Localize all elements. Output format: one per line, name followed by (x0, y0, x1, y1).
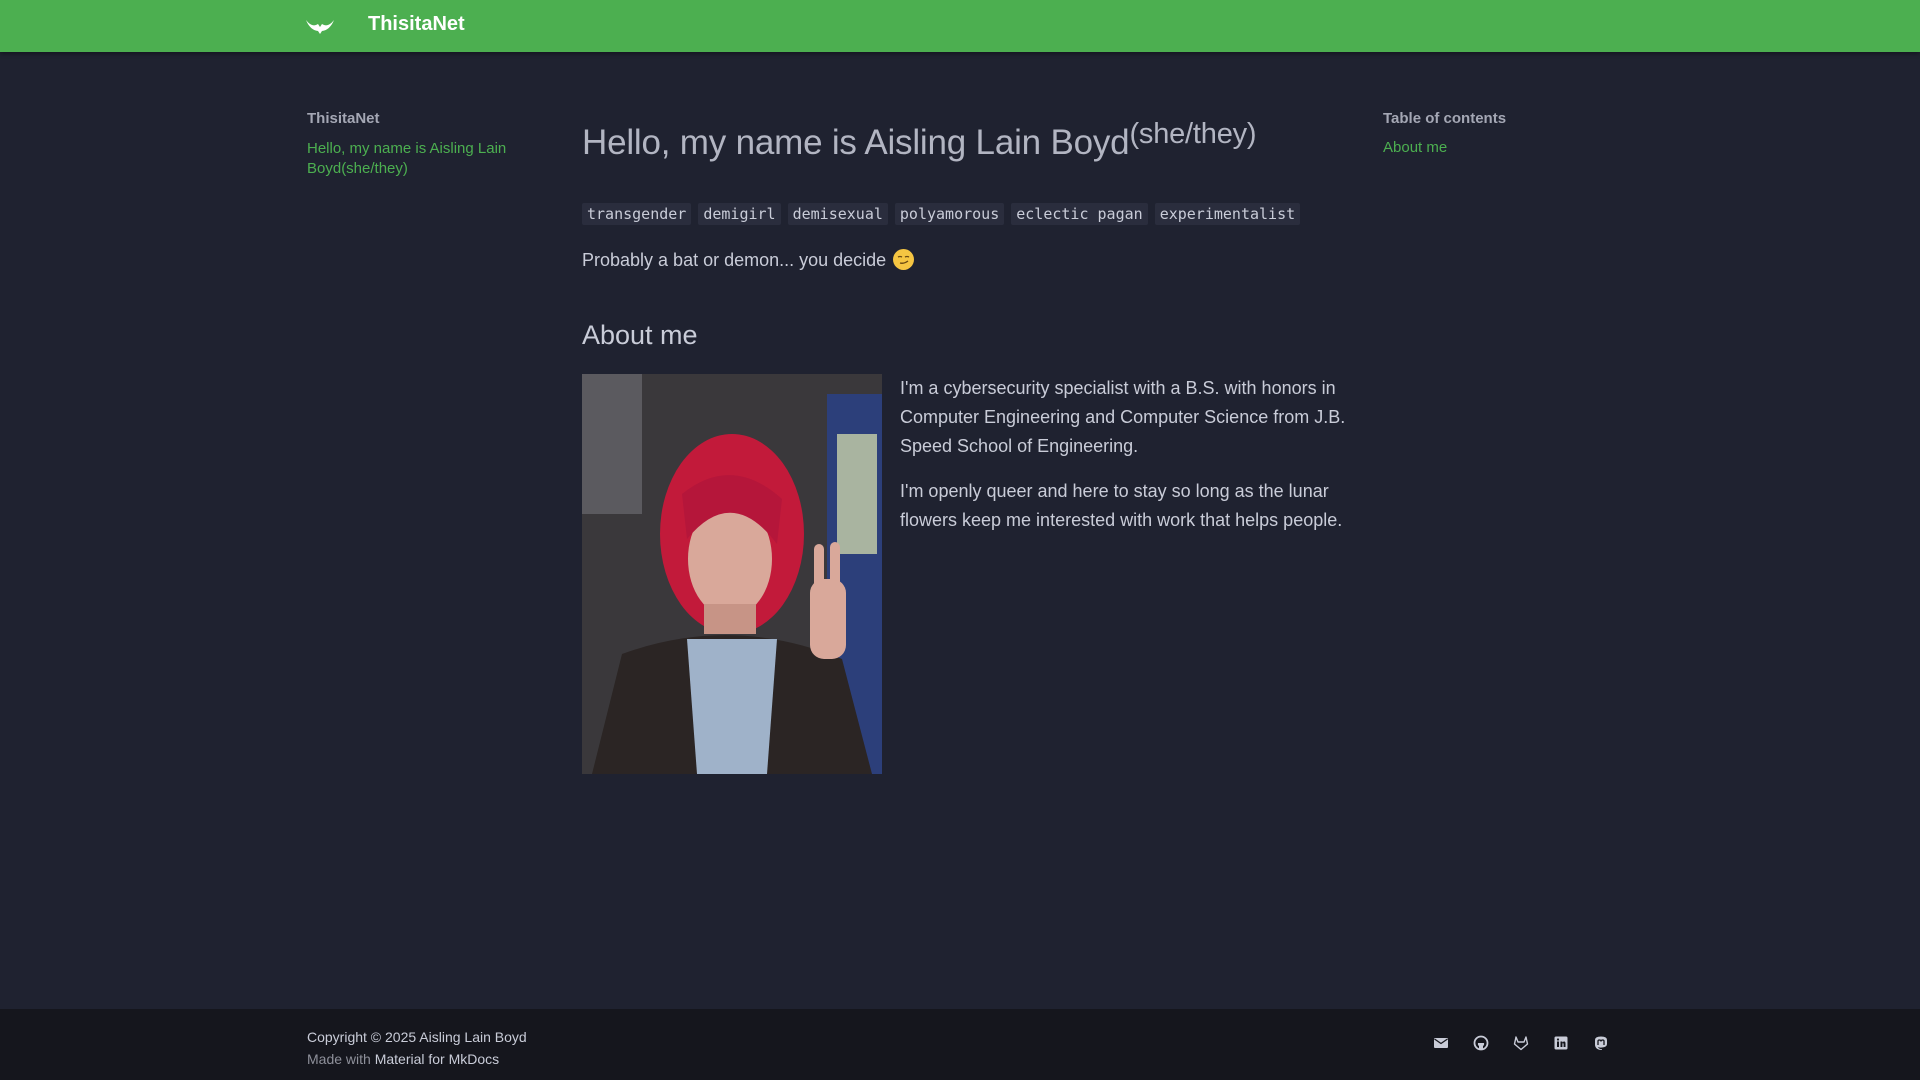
made-with-prefix: Made with (307, 1051, 371, 1067)
bat-icon[interactable] (304, 14, 336, 38)
tagline-text: Probably a bat or demon... you decide (582, 250, 887, 270)
made-with: Made with Material for MkDocs (307, 1048, 499, 1070)
nav-title: ThisitaNet (307, 110, 380, 127)
tagline: Probably a bat or demon... you decide (582, 249, 915, 271)
email-icon[interactable] (1433, 1035, 1449, 1051)
linkedin-icon[interactable] (1553, 1035, 1569, 1051)
toc-link-about-me[interactable]: About me (1383, 139, 1623, 156)
nav-link-home[interactable]: Hello, my name is Aisling Lain Boyd(she/… (307, 139, 527, 179)
about-heading: About me (582, 320, 698, 350)
tag: polyamorous (894, 203, 1005, 225)
site-header: ThisitaNet (0, 0, 1920, 52)
tag-list: transgender demigirl demisexual polyamor… (582, 203, 1301, 225)
site-footer: Copyright © 2025 Aisling Lain Boyd Made … (0, 1009, 1920, 1080)
about-text: I'm a cybersecurity specialist with a B.… (900, 374, 1350, 551)
profile-photo (582, 374, 882, 774)
gitlab-icon[interactable] (1513, 1035, 1529, 1051)
table-of-contents: Table of contents About me (1383, 110, 1623, 156)
main-content: Hello, my name is Aisling Lain Boyd(she/… (582, 104, 1345, 774)
material-mkdocs-link[interactable]: Material for MkDocs (375, 1051, 499, 1067)
about-paragraph: I'm openly queer and here to stay so lon… (900, 481, 1343, 530)
about-paragraph: I'm a cybersecurity specialist with a B.… (900, 378, 1346, 456)
tag: transgender (582, 203, 692, 225)
toc-title: Table of contents (1383, 110, 1507, 127)
github-icon[interactable] (1473, 1035, 1489, 1051)
page-title: Hello, my name is Aisling Lain Boyd(she/… (582, 104, 1342, 164)
tag: demisexual (787, 203, 888, 225)
page-title-text: Hello, my name is Aisling Lain Boyd (582, 123, 1130, 162)
primary-nav: ThisitaNet Hello, my name is Aisling Lai… (307, 110, 527, 179)
tag: demigirl (698, 203, 781, 225)
copyright: Copyright © 2025 Aisling Lain Boyd (307, 1029, 527, 1045)
pronouns: (she/they) (1129, 118, 1257, 150)
tag: experimentalist (1154, 203, 1301, 225)
mastodon-icon[interactable] (1593, 1035, 1609, 1051)
social-links (1433, 1035, 1609, 1051)
site-title[interactable]: ThisitaNet (368, 13, 465, 36)
smirking-face-emoji (893, 249, 915, 270)
tag: eclectic pagan (1011, 203, 1148, 225)
